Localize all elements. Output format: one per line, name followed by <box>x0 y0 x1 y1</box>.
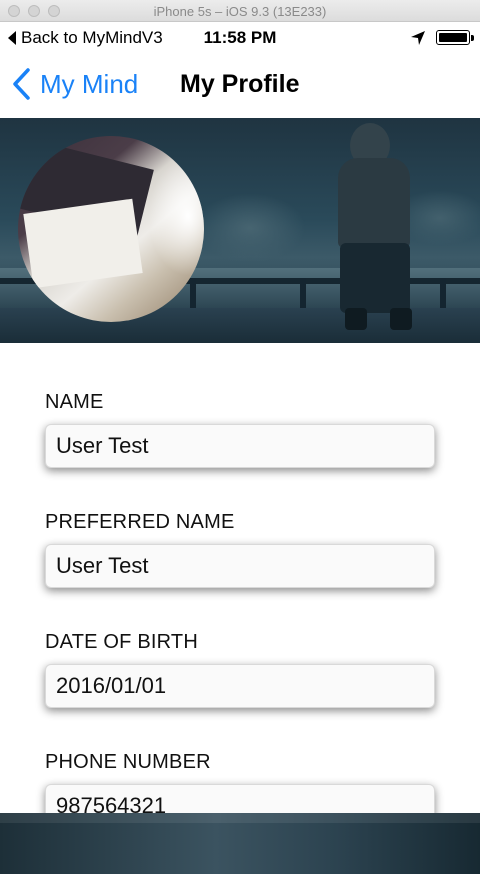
status-bar: Back to MyMindV3 11:58 PM <box>0 22 480 54</box>
page-title: My Profile <box>180 70 300 98</box>
preferred-name-label: PREFERRED NAME <box>45 511 235 533</box>
location-arrow-icon <box>411 31 425 45</box>
profile-avatar[interactable] <box>18 136 204 322</box>
phone-number-label: PHONE NUMBER <box>45 751 211 773</box>
date-of-birth-label: DATE OF BIRTH <box>45 631 198 653</box>
simulator-titlebar: iPhone 5s – iOS 9.3 (13E233) <box>0 0 480 22</box>
nav-back-button[interactable]: My Mind <box>12 68 138 100</box>
preferred-name-field[interactable]: User Test <box>45 544 435 588</box>
battery-icon <box>436 30 474 45</box>
chevron-left-icon <box>13 68 30 100</box>
footer-image-band <box>0 813 480 874</box>
name-label: NAME <box>45 391 104 413</box>
status-time: 11:58 PM <box>203 28 277 47</box>
nav-back-label: My Mind <box>40 68 139 99</box>
profile-header-banner <box>0 118 480 343</box>
date-of-birth-field[interactable]: 2016/01/01 <box>45 664 435 708</box>
simulator-title: iPhone 5s – iOS 9.3 (13E233) <box>153 4 327 19</box>
profile-form: NAME User Test PREFERRED NAME User Test … <box>0 343 480 828</box>
name-field[interactable]: User Test <box>45 424 435 468</box>
navigation-bar: My Mind My Profile <box>0 54 480 118</box>
